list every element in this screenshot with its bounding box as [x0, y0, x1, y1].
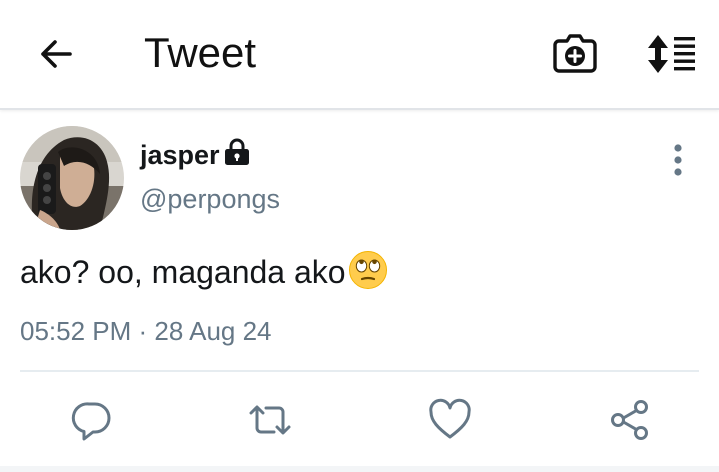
- more-options-button[interactable]: [664, 142, 692, 178]
- share-button[interactable]: [608, 398, 652, 442]
- tweet-timestamp: 05:52 PM · 28 Aug 24: [20, 316, 272, 346]
- lock-icon: [225, 138, 249, 165]
- arrow-left-icon: [41, 40, 72, 68]
- avatar-photo: [20, 126, 124, 230]
- share-icon: [611, 400, 648, 440]
- tweet-text-content: ako? oo, maganda ako: [20, 254, 346, 290]
- like-icon: [429, 398, 471, 439]
- camera-plus-icon: [553, 34, 597, 73]
- avatar[interactable]: [20, 126, 124, 230]
- sort-button[interactable]: [647, 34, 697, 74]
- back-button[interactable]: [36, 34, 76, 74]
- retweet-icon: [249, 405, 291, 435]
- camera-button[interactable]: [552, 33, 598, 75]
- author-handle[interactable]: @perpongs: [140, 184, 280, 215]
- sort-list-icon: [648, 35, 695, 73]
- top-app-bar: Tweet: [0, 0, 719, 110]
- reply-icon: [71, 402, 111, 441]
- page-title: Tweet: [144, 29, 257, 76]
- author-name[interactable]: jasper: [140, 140, 220, 171]
- like-button[interactable]: [428, 398, 472, 442]
- divider: [20, 370, 699, 372]
- bottom-separator: [0, 466, 719, 472]
- reply-button[interactable]: [70, 398, 114, 442]
- retweet-button[interactable]: [248, 398, 292, 442]
- face-with-rolling-eyes-emoji: [348, 251, 387, 289]
- more-vertical-icon: [674, 144, 682, 176]
- tweet-text: ako? oo, maganda ako: [20, 250, 388, 291]
